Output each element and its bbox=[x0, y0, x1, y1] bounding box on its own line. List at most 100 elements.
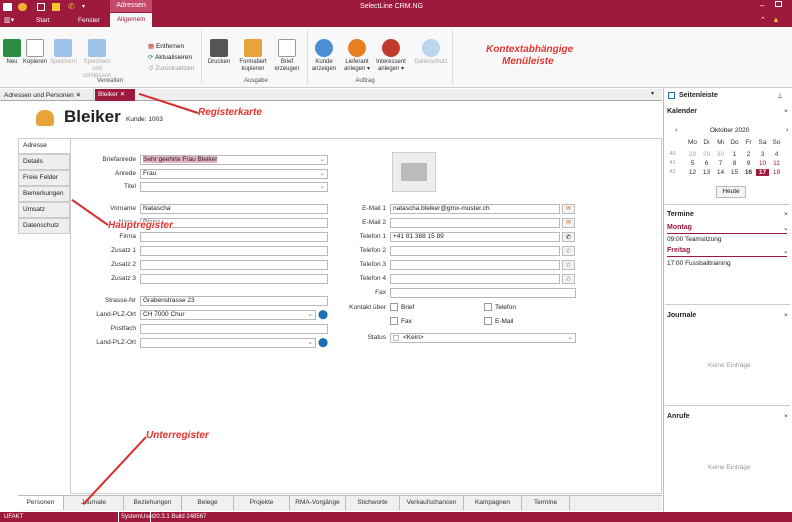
fax-checkbox[interactable] bbox=[390, 317, 398, 325]
save-close-button[interactable]: Speichern und schliessen bbox=[78, 39, 116, 80]
file-menu-icon[interactable]: ▥▾ bbox=[4, 16, 14, 24]
quick-access-icon[interactable] bbox=[18, 3, 27, 11]
minimize-icon[interactable]: – bbox=[760, 1, 764, 10]
nav-umsatz[interactable]: Umsatz bbox=[18, 202, 70, 218]
tab-rma[interactable]: RMA-Vorgänge bbox=[290, 496, 346, 510]
remove-button[interactable]: ▦ Entfernen bbox=[148, 42, 184, 50]
email1-input[interactable]: natascha.bleiker@gmx-muster.ch bbox=[390, 204, 560, 214]
anrede-select[interactable]: Frau ⌄ bbox=[140, 169, 328, 179]
tab-kampagnen[interactable]: Kampagnen bbox=[464, 496, 522, 510]
mail-icon[interactable]: ✉ bbox=[562, 204, 575, 214]
menu-fenster[interactable]: Fenster bbox=[78, 17, 100, 24]
friday-heading[interactable]: Freitag bbox=[667, 247, 690, 254]
calendar-day[interactable]: 4 bbox=[770, 151, 783, 158]
calendar-day[interactable]: 13 bbox=[700, 169, 713, 176]
print-button[interactable]: Drucken bbox=[204, 39, 234, 66]
calendar-day[interactable]: 15 bbox=[728, 169, 741, 176]
calendar-day[interactable]: 29 bbox=[700, 151, 713, 158]
tab-adressen[interactable]: Adressen und Personen ✕ bbox=[2, 90, 94, 101]
calendar-day[interactable]: 8 bbox=[728, 160, 741, 167]
tab-journale[interactable]: Journale bbox=[64, 496, 124, 510]
tel4-input[interactable] bbox=[390, 274, 560, 284]
tel1-input[interactable]: +41 81 388 15 89 bbox=[390, 232, 560, 242]
chevron-down-icon[interactable]: ⌄ bbox=[783, 224, 788, 232]
calendar-day[interactable]: 3 bbox=[756, 151, 769, 158]
telefon-checkbox[interactable] bbox=[484, 303, 492, 311]
grid-icon[interactable] bbox=[37, 3, 45, 11]
refresh-button[interactable]: ⟳ Aktualisieren bbox=[148, 53, 192, 61]
monday-heading[interactable]: Montag bbox=[667, 224, 692, 231]
close-icon[interactable]: × bbox=[784, 413, 788, 420]
firma-input[interactable] bbox=[140, 232, 328, 242]
formatted-copy-button[interactable]: Formatiert kopieren bbox=[236, 39, 270, 73]
calendar-day[interactable]: 16 bbox=[742, 169, 755, 176]
monday-item[interactable]: 09:00 Teamsitzung bbox=[667, 236, 721, 243]
nav-datenschutz[interactable]: Datenschutz bbox=[18, 218, 70, 234]
notification-icon[interactable]: ▲ bbox=[772, 15, 780, 24]
nav-details[interactable]: Details bbox=[18, 154, 70, 170]
dropdown-icon[interactable]: ▾ bbox=[82, 3, 85, 10]
titel-select[interactable]: ⌄ bbox=[140, 182, 328, 192]
calendar-day[interactable]: 17 bbox=[756, 169, 769, 176]
chevron-down-icon[interactable]: ⌄ bbox=[783, 247, 788, 255]
calendar-day[interactable]: 12 bbox=[686, 169, 699, 176]
nav-freie-felder[interactable]: Freie Felder bbox=[18, 170, 70, 186]
email2-input[interactable] bbox=[390, 218, 560, 228]
calendar-day[interactable]: 1 bbox=[728, 151, 741, 158]
pin-icon[interactable]: ⊥ bbox=[777, 92, 783, 100]
calendar-day[interactable]: 2 bbox=[742, 151, 755, 158]
letter-button[interactable]: Brief erzeugen bbox=[272, 39, 302, 73]
tel2-input[interactable] bbox=[390, 246, 560, 256]
save-button[interactable]: Speichern bbox=[50, 39, 77, 66]
phone-icon[interactable]: ✆ bbox=[562, 246, 575, 256]
show-customer-button[interactable]: Kunde anzeigen bbox=[309, 39, 339, 73]
tab-verkaufschancen[interactable]: Verkaufschancen bbox=[400, 496, 464, 510]
brief-checkbox[interactable] bbox=[390, 303, 398, 311]
collapse-ribbon-icon[interactable]: ⌃ bbox=[760, 16, 766, 24]
zusatz1-input[interactable] bbox=[140, 246, 328, 256]
note-icon[interactable] bbox=[52, 3, 60, 11]
map-pin-icon[interactable]: ⬤ bbox=[318, 337, 328, 348]
reset-button[interactable]: ↺ Zurücksetzen bbox=[148, 64, 194, 72]
calendar-day[interactable]: 6 bbox=[700, 160, 713, 167]
fax-input[interactable] bbox=[390, 288, 576, 298]
tab-list-dropdown-icon[interactable]: ▾ bbox=[651, 90, 654, 97]
today-button[interactable]: Heute bbox=[716, 186, 746, 198]
create-supplier-button[interactable]: Lieferant anlegen ▾ bbox=[341, 39, 373, 73]
contact-image-placeholder[interactable] bbox=[392, 152, 436, 192]
close-icon[interactable]: ✕ bbox=[76, 92, 81, 99]
tab-stichworte[interactable]: Stichworte bbox=[346, 496, 400, 510]
zusatz3-input[interactable] bbox=[140, 274, 328, 284]
next-month-icon[interactable]: › bbox=[786, 127, 788, 134]
plz-select[interactable]: CH 7000 Chur ⌄ bbox=[140, 310, 316, 320]
close-icon[interactable]: × bbox=[784, 108, 788, 115]
close-icon[interactable]: × bbox=[784, 312, 788, 319]
maximize-icon[interactable] bbox=[775, 1, 782, 7]
plz2-select[interactable]: ⌄ bbox=[140, 338, 316, 348]
close-icon[interactable]: × bbox=[784, 211, 788, 218]
calendar-day[interactable]: 5 bbox=[686, 160, 699, 167]
calendar-day[interactable]: 30 bbox=[714, 151, 727, 158]
mail-icon[interactable]: ✉ bbox=[562, 218, 575, 228]
close-icon[interactable]: ✕ bbox=[120, 91, 125, 98]
calendar-day[interactable]: 9 bbox=[742, 160, 755, 167]
calendar-day[interactable]: 28 bbox=[686, 151, 699, 158]
tab-termine[interactable]: Termine bbox=[522, 496, 570, 510]
copy-button[interactable]: Kopieren bbox=[22, 39, 48, 66]
phone-icon[interactable]: ✆ bbox=[562, 274, 575, 284]
nav-bemerkungen[interactable]: Bemerkungen bbox=[18, 186, 70, 202]
postfach-input[interactable] bbox=[140, 324, 328, 334]
phone-icon[interactable]: ✆ bbox=[562, 232, 575, 242]
calendar-day[interactable]: 10 bbox=[756, 160, 769, 167]
phone-icon[interactable]: ✆ bbox=[562, 260, 575, 270]
status-select[interactable]: <Kein> ⌄ bbox=[390, 333, 576, 343]
vorname-input[interactable]: Natascha bbox=[140, 204, 328, 214]
calendar-day[interactable]: 18 bbox=[770, 169, 783, 176]
tel3-input[interactable] bbox=[390, 260, 560, 270]
privacy-button[interactable]: Datenschutz bbox=[412, 39, 450, 66]
map-pin-icon[interactable]: ⬤ bbox=[318, 309, 328, 320]
create-prospect-button[interactable]: Interessent anlegen ▾ bbox=[373, 39, 409, 73]
menu-start[interactable]: Start bbox=[36, 17, 50, 24]
calendar-day[interactable]: 7 bbox=[714, 160, 727, 167]
tab-personen[interactable]: Personen bbox=[18, 496, 64, 510]
